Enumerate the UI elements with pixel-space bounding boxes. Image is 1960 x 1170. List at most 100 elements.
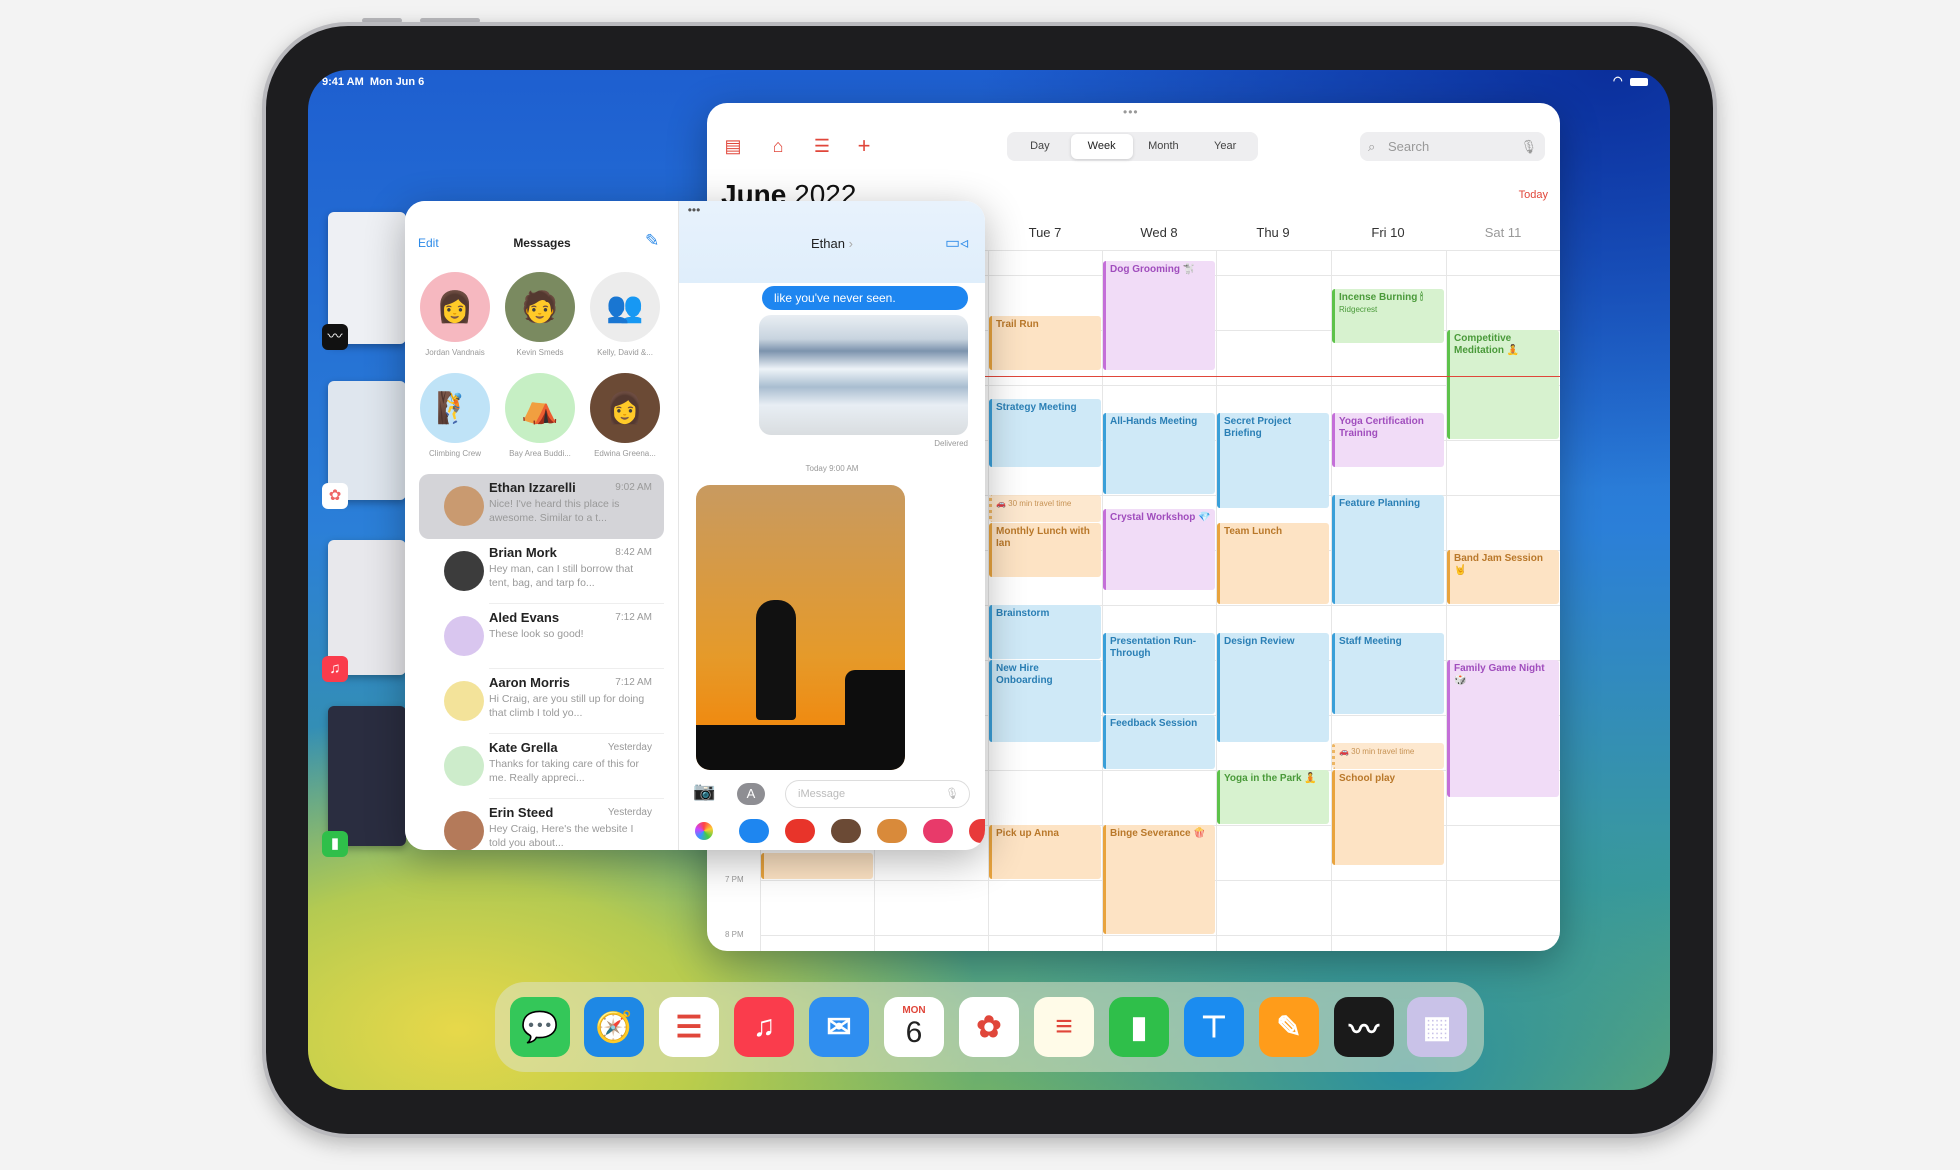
photos-icon[interactable]: ✿ [959,997,1019,1057]
calendar-event[interactable]: Trail Run [989,316,1101,371]
app-library-icon[interactable]: ▦ [1407,997,1467,1057]
pinned-conversation-avatar[interactable]: 🧗 [420,373,490,443]
app-store-button[interactable]: A [737,783,765,805]
window-drag-handle[interactable]: ••• [1123,105,1139,119]
day-header[interactable]: Thu 9 [1216,225,1330,240]
list-icon[interactable]: ☰ [811,136,833,156]
conversation-row[interactable]: Aled Evans 7:12 AM These look so good! [419,604,664,669]
pinned-conversation-avatar[interactable]: 🧑 [505,272,575,342]
inbox-icon[interactable]: ⌂ [767,136,789,156]
delivered-label: Delivered [934,439,968,448]
search-images-icon[interactable] [923,819,953,843]
calendar-event[interactable]: Band Jam Session 🤘 [1447,550,1559,604]
music-icon[interactable]: ♫ [734,997,794,1057]
pages-icon[interactable]: ✎ [1259,997,1319,1057]
window-drag-handle[interactable]: ••• [679,203,709,217]
calendar-event[interactable]: School play [1332,770,1444,866]
safari-icon[interactable]: 🧭 [584,997,644,1057]
pinned-conversation-name: Climbing Crew [428,449,481,458]
view-month[interactable]: Month [1133,134,1195,159]
microphone-icon[interactable]: 🎙 [1520,132,1537,161]
pinned-conversation-avatar[interactable]: 👩 [420,272,490,342]
calendar-event[interactable]: Presentation Run-Through [1103,632,1215,714]
day-header[interactable]: Wed 8 [1102,225,1216,240]
today-button[interactable]: Today [1519,189,1548,201]
calendar-event[interactable]: Dog Grooming 🐩 [1103,261,1215,371]
conversation-row[interactable]: Brian Mork 8:42 AM Hey man, can I still bo… [419,539,664,604]
pinned-conversation-avatar[interactable]: ⛺ [505,373,575,443]
conversation-row[interactable]: Ethan Izzarelli 9:02 AM Nice! I've heard t… [419,474,664,539]
calendar-event[interactable]: Crystal Workshop 💎 [1103,508,1215,591]
pinned-conversation-avatar[interactable]: 👥 [590,272,660,342]
notes-icon[interactable]: ≡ [1034,997,1094,1057]
calendar-event[interactable]: Incense Burning 🕯 Ridgecrest [1332,288,1444,343]
hiker-silhouette [756,600,796,720]
calendar-event[interactable]: New Hire Onboarding [989,660,1101,742]
view-year[interactable]: Year [1194,134,1256,159]
view-day[interactable]: Day [1009,134,1071,159]
calendar-event[interactable]: Team Lunch [1217,522,1329,604]
freeform-icon[interactable]: 〰 [1334,997,1394,1057]
day-header[interactable]: Fri 10 [1331,225,1445,240]
day-header[interactable]: Sat 11 [1446,225,1560,240]
calendar-icon[interactable]: MON 6 [884,997,944,1057]
music-icon[interactable] [969,819,985,843]
search-field[interactable]: ⌕ Search 🎙 [1360,132,1545,161]
calendar-event[interactable]: Pick up Anna [989,825,1101,879]
mail-icon[interactable]: ✉ [809,997,869,1057]
rock-silhouette [845,670,905,740]
calendar-event[interactable]: Monthly Lunch with Ian [989,522,1101,577]
compose-icon[interactable]: ✎ [645,231,659,251]
sunset-photo[interactable] [696,485,905,770]
microphone-icon[interactable]: 🎙 [945,781,959,807]
video-call-icon[interactable]: ▭◃ [945,233,968,253]
conversation-time: 7:12 AM [615,677,652,688]
calendar-event[interactable]: Staff Meeting [1332,632,1444,714]
calendar-event[interactable]: Strategy Meeting [989,398,1101,467]
keynote-icon[interactable]: ⊤ [1184,997,1244,1057]
plus-icon[interactable]: + [853,135,875,157]
calendar-event[interactable]: Binge Severance 🍿 [1103,825,1215,934]
audio-icon[interactable] [785,819,815,843]
conversation-row[interactable]: Erin Steed Yesterday Hey Craig, Here's the… [419,799,664,850]
pinned-conversation-name: Kevin Smeds [516,348,564,357]
event-title: Trail Run [996,319,1039,331]
calendar-event[interactable]: Family Game Night 🎲 [1447,660,1559,797]
calendar-event[interactable]: All-Hands Meeting [1103,412,1215,494]
view-week[interactable]: Week [1070,134,1133,159]
dunes-photo[interactable] [759,315,968,435]
conversation-preview: Nice! I've heard this place is awesome. … [489,498,620,524]
calendar-event[interactable]: Feedback Session [1103,715,1215,769]
reminders-icon[interactable]: ☰ [659,997,719,1057]
stage-thumbnail-music[interactable] [328,540,406,675]
event-title: Feature Planning [1339,498,1421,509]
calendar-event[interactable] [761,852,873,879]
stage-thumbnail-numbers[interactable] [328,706,406,846]
memoji-icon[interactable] [831,819,861,843]
imessage-input[interactable]: iMessage 🎙 [785,780,970,808]
battery-icon [1630,78,1648,86]
conversation-sidebar: Edit Messages ✎ 👩 Jordan Vandnais 🧑 Kevin S… [405,201,679,850]
memoji-stickers-icon[interactable] [877,819,907,843]
calendar-event[interactable]: Secret Project Briefing [1217,412,1329,508]
conversation-row[interactable]: Aaron Morris 7:12 AM Hi Craig, are you sti… [419,669,664,734]
calendar-icon[interactable]: ▤ [722,136,744,156]
day-header[interactable]: Tue 7 [988,225,1102,240]
pinned-conversation-avatar[interactable]: 👩 [590,373,660,443]
calendar-event[interactable]: Design Review [1217,632,1329,742]
conversation-row[interactable]: Kate Grella Yesterday Thanks for taking ca… [419,734,664,799]
calendar-event[interactable]: Competitive Meditation 🧘 [1447,330,1559,439]
messages-icon[interactable]: 💬 [510,997,570,1057]
app-store-icon[interactable] [739,819,769,843]
calendar-event[interactable]: Feature Planning [1332,495,1444,604]
calendar-event[interactable]: Yoga Certification Training [1332,412,1444,467]
calendar-event[interactable]: Brainstorm [989,605,1101,659]
travel-time-block[interactable]: 🚗 30 min travel time [989,495,1101,522]
travel-time-block[interactable]: 🚗 30 min travel time [1332,742,1444,769]
contact-name-button[interactable]: Ethan › [679,236,985,251]
photos-icon[interactable] [695,822,713,840]
message-timestamp: Today 9:00 AM [805,464,859,473]
camera-icon[interactable]: 📷 [693,781,715,802]
numbers-icon[interactable]: ▮ [1109,997,1169,1057]
calendar-event[interactable]: Yoga in the Park 🧘 [1217,770,1329,824]
